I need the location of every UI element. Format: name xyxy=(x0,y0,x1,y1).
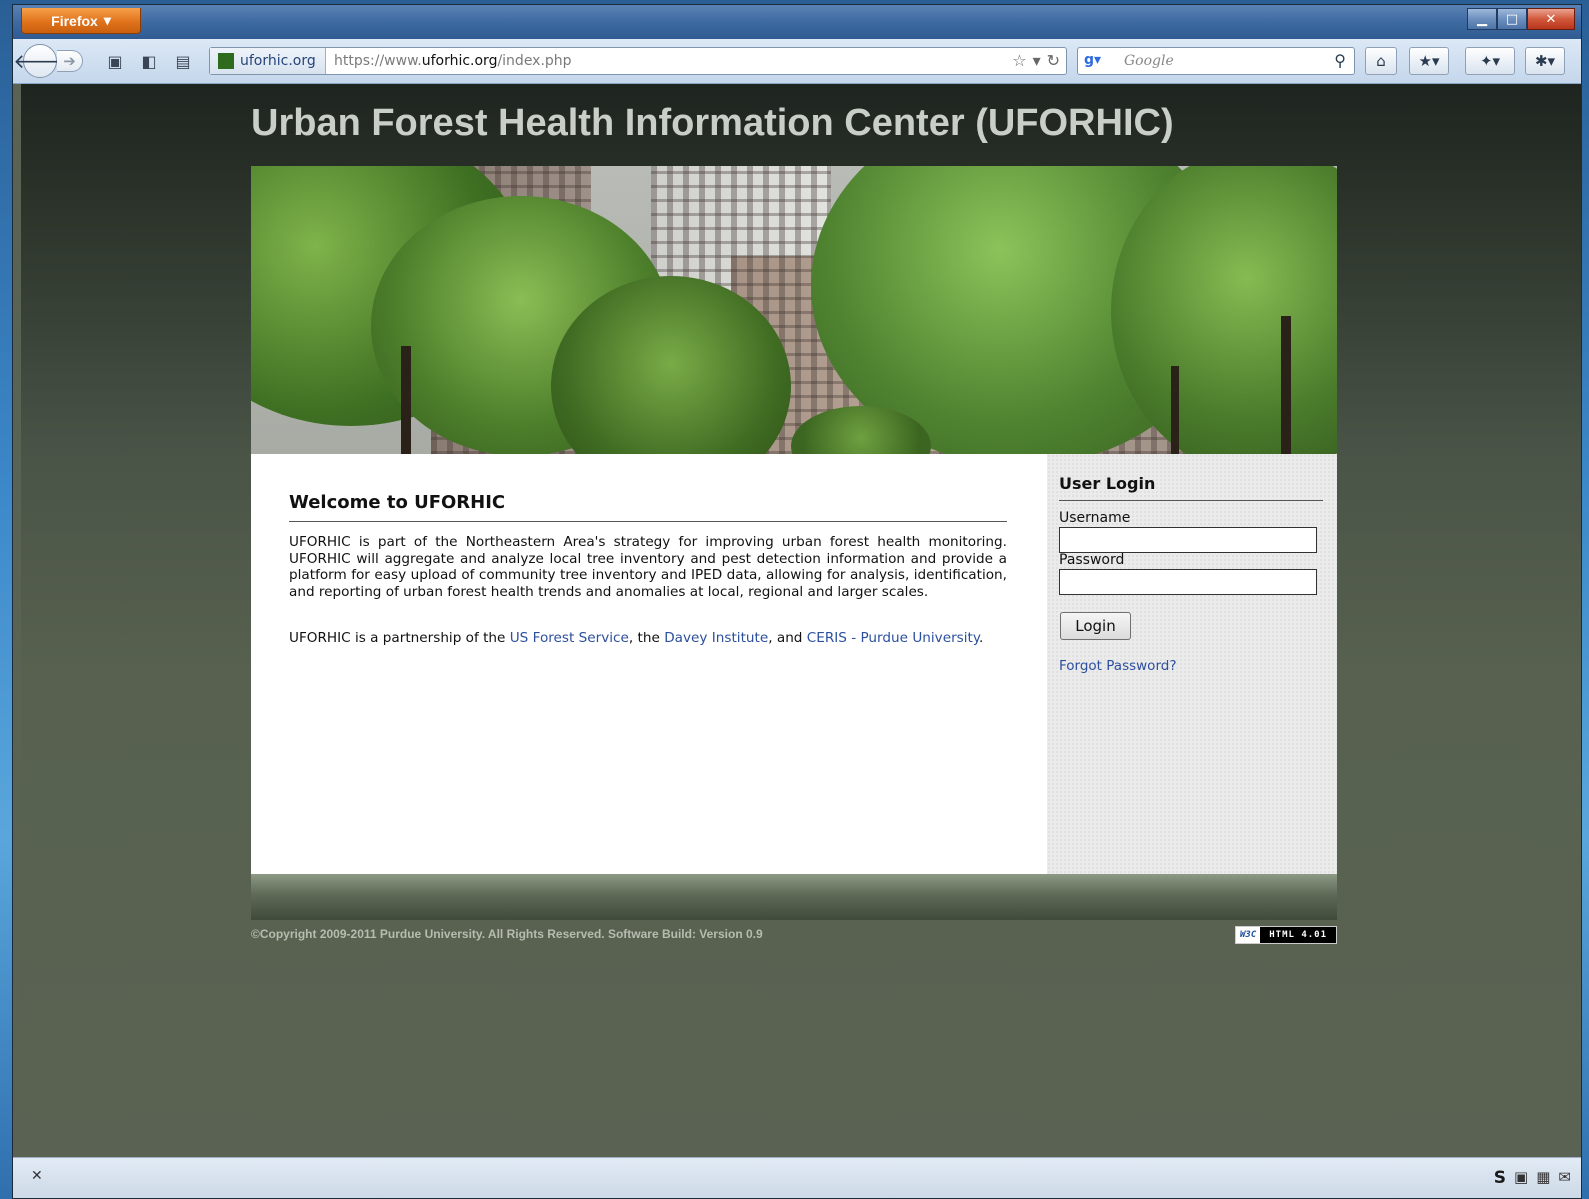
navigation-toolbar: 🡐 ➔ ▣ ◧ ▤ uforhic.org https://www.uforhi… xyxy=(13,39,1581,84)
password-input[interactable] xyxy=(1059,569,1317,595)
firefox-menu-label: Firefox xyxy=(51,12,98,29)
welcome-panel: Welcome to UFORHIC UFORHIC is part of th… xyxy=(251,454,1047,874)
url-host: uforhic.org xyxy=(421,53,498,69)
puzzle-icon: ✱▾ xyxy=(1534,52,1556,70)
star-icon[interactable]: ☆ xyxy=(1012,51,1026,70)
forgot-password-link[interactable]: Forgot Password? xyxy=(1059,658,1177,674)
site-identity-button[interactable]: uforhic.org xyxy=(210,48,326,74)
banner-image xyxy=(251,166,1337,454)
w3c-html-badge[interactable]: W3C HTML 4.01 xyxy=(1235,926,1337,944)
partner-sep2: , and xyxy=(768,630,807,646)
username-label: Username xyxy=(1059,510,1131,526)
welcome-heading: Welcome to UFORHIC xyxy=(289,492,1007,522)
search-bar[interactable]: g▾ Google ⚲ xyxy=(1077,47,1355,75)
page-content: Urban Forest Health Information Center (… xyxy=(21,84,1581,1158)
banner-tree xyxy=(1111,166,1337,454)
footer-bar xyxy=(251,874,1337,920)
banner-trunk xyxy=(1171,366,1179,454)
maximize-button[interactable]: □ xyxy=(1497,8,1527,30)
davey-institute-link[interactable]: Davey Institute xyxy=(664,630,768,646)
skype-icon[interactable]: S xyxy=(1494,1168,1506,1188)
browser-window: Firefox ▾ ▁ □ ✕ 🡐 ➔ ▣ ◧ ▤ uforhic.org ht… xyxy=(12,4,1582,1199)
site-favicon-icon xyxy=(218,53,234,69)
url-bar[interactable]: uforhic.org https://www.uforhic.org/inde… xyxy=(209,47,1067,75)
home-button[interactable]: ⌂ xyxy=(1365,47,1397,75)
reload-icon[interactable]: ↻ xyxy=(1047,51,1060,70)
partner-sep1: , the xyxy=(628,630,665,646)
status-bar-icons: S ▣ ▦ ✉ xyxy=(1494,1168,1571,1188)
bookmark-star-icon: ★▾ xyxy=(1418,52,1440,70)
password-label: Password xyxy=(1059,552,1125,568)
partner-end: . xyxy=(978,630,984,646)
forward-button[interactable]: ➔ xyxy=(57,50,83,72)
url-bar-actions: ☆ ▾ ↻ xyxy=(1012,51,1060,70)
site-identity-label: uforhic.org xyxy=(240,53,316,69)
w3c-badge-left: W3C xyxy=(1236,927,1261,943)
window-controls: ▁ □ ✕ xyxy=(1467,8,1575,30)
magnifier-icon[interactable]: ⚲ xyxy=(1334,51,1346,70)
title-bar: Firefox ▾ ▁ □ ✕ xyxy=(13,5,1581,39)
url-text[interactable]: https://www.uforhic.org/index.php xyxy=(334,53,572,69)
sidebar-icon[interactable]: ◧ xyxy=(139,51,159,71)
minimize-button[interactable]: ▁ xyxy=(1467,8,1497,30)
search-input[interactable]: Google xyxy=(1124,53,1174,69)
extensions-button[interactable]: ✱▾ xyxy=(1525,47,1565,75)
home-icon: ⌂ xyxy=(1376,52,1386,70)
username-input[interactable] xyxy=(1059,527,1317,553)
bookmarks-toolbar-icon[interactable]: ▣ xyxy=(105,51,125,71)
addon-button[interactable]: ✦▾ xyxy=(1465,47,1515,75)
search-engine-icon[interactable]: g▾ xyxy=(1084,52,1101,68)
addon-icon: ✦▾ xyxy=(1479,52,1501,70)
clipboard-icon[interactable]: ▤ xyxy=(173,51,193,71)
history-dropdown-icon[interactable]: ▾ xyxy=(1033,51,1041,70)
ceris-purdue-link[interactable]: CERIS - Purdue University xyxy=(807,630,979,646)
firefox-menu-button[interactable]: Firefox ▾ xyxy=(21,8,141,34)
close-icon[interactable]: ✕ xyxy=(31,1168,43,1184)
status-bar: ✕ S ▣ ▦ ✉ xyxy=(13,1157,1581,1198)
url-path: /index.php xyxy=(497,53,572,69)
bookmarks-menu-button[interactable]: ★▾ xyxy=(1409,47,1449,75)
banner-trunk xyxy=(1281,316,1291,454)
welcome-paragraph: UFORHIC is part of the Northeastern Area… xyxy=(289,534,1007,600)
mail-icon[interactable]: ✉ xyxy=(1558,1168,1571,1188)
partner-paragraph: UFORHIC is a partnership of the US Fores… xyxy=(289,630,1007,647)
us-forest-service-link[interactable]: US Forest Service xyxy=(510,630,629,646)
login-panel: User Login Username Password Login Forgo… xyxy=(1047,454,1337,874)
arrow-right-icon: ➔ xyxy=(63,52,76,70)
back-button[interactable]: 🡐 xyxy=(13,44,67,78)
login-title: User Login xyxy=(1059,474,1323,501)
close-window-button[interactable]: ✕ xyxy=(1527,8,1575,30)
banner-trunk xyxy=(401,346,411,454)
partner-prefix: UFORHIC is a partnership of the xyxy=(289,630,510,646)
monitor-icon[interactable]: ▣ xyxy=(1514,1168,1528,1188)
w3c-badge-right: HTML 4.01 xyxy=(1260,927,1336,943)
dropdown-arrow-icon: ▾ xyxy=(103,12,111,28)
grid-icon[interactable]: ▦ xyxy=(1536,1168,1550,1188)
url-prefix: https://www. xyxy=(334,53,422,69)
page-title: Urban Forest Health Information Center (… xyxy=(251,102,1174,144)
copyright-text: ©Copyright 2009-2011 Purdue University. … xyxy=(251,927,763,941)
login-button[interactable]: Login xyxy=(1060,612,1131,640)
